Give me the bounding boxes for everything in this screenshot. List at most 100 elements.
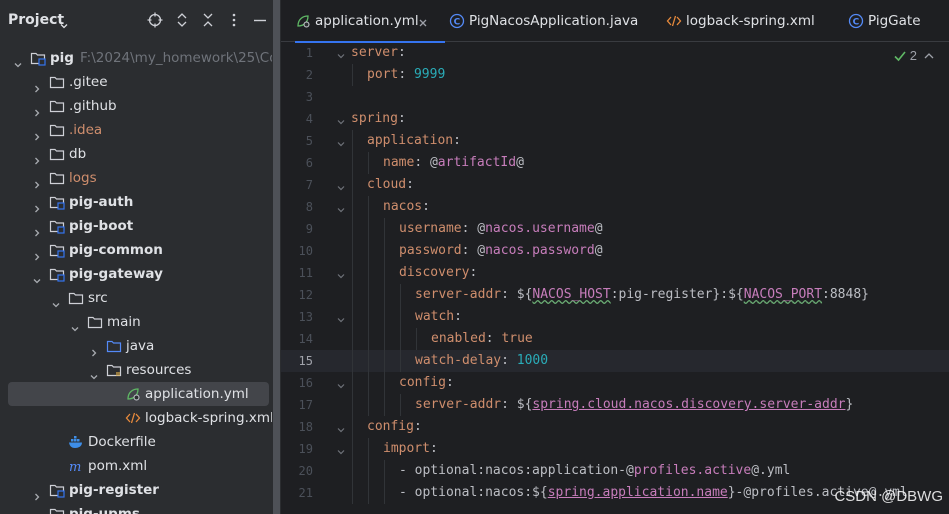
tree-item-gitee[interactable]: .gitee <box>0 70 272 94</box>
resources-folder-icon <box>106 362 122 378</box>
code-text: application: <box>367 133 461 149</box>
yaml-config-icon <box>125 386 141 402</box>
tab-logback-spring-xml[interactable]: logback-spring.xml <box>666 0 844 42</box>
chevron-right-icon[interactable] <box>33 174 41 189</box>
tree-item-java[interactable]: java <box>0 334 272 358</box>
line-number: 9 <box>305 222 313 236</box>
code-line: 7 cloud: <box>281 174 949 196</box>
code-token: spring.application.name <box>547 485 728 500</box>
code-token: - optional:nacos:application-@ <box>399 463 634 478</box>
fold-chevron-icon[interactable] <box>337 137 345 147</box>
tree-item-pig-auth[interactable]: pig-auth <box>0 190 272 214</box>
project-scrollbar-thumb[interactable] <box>273 0 280 514</box>
chevron-down-icon[interactable] <box>14 54 22 68</box>
code-editor[interactable]: 1 server: 2 port: 9999 3 4 spring: 5 application… <box>281 42 949 514</box>
tree-item-pom-xml[interactable]: m pom.xml <box>0 454 272 478</box>
chevron-down-icon[interactable] <box>90 366 98 380</box>
close-icon[interactable] <box>417 14 429 27</box>
code-token: config <box>367 419 414 434</box>
tree-item-dockerfile[interactable]: Dockerfile <box>0 430 272 454</box>
code-token: server-addr <box>415 287 502 302</box>
chevron-down-icon[interactable] <box>71 318 79 332</box>
inspection-widget[interactable]: 2 <box>894 48 935 64</box>
chevron-right-icon[interactable] <box>33 198 41 213</box>
code-token: : <box>454 309 462 324</box>
tree-item-src[interactable]: src <box>0 286 272 310</box>
chevron-down-icon[interactable] <box>52 294 60 308</box>
fold-chevron-icon[interactable] <box>337 379 345 389</box>
code-token: name <box>383 155 415 170</box>
expand-all-icon[interactable] <box>174 12 190 28</box>
fold-chevron-icon[interactable] <box>337 115 345 125</box>
tree-item-idea[interactable]: .idea <box>0 118 272 142</box>
tree-item-db[interactable]: db <box>0 142 272 166</box>
chevron-up-icon <box>924 53 934 59</box>
fold-chevron-icon[interactable] <box>337 181 345 191</box>
tree-item-application-yml[interactable]: application.yml <box>8 382 269 406</box>
indent-guide <box>400 394 401 416</box>
chevron-right-icon[interactable] <box>90 342 98 357</box>
tree-item-logs[interactable]: logs <box>0 166 272 190</box>
tree-item-pig-register[interactable]: pig-register <box>0 478 272 502</box>
module-folder-icon <box>49 482 65 498</box>
tab-pignacosapplication-java[interactable]: C PigNacosApplication.java <box>449 0 659 42</box>
more-options-icon[interactable] <box>226 12 242 28</box>
code-line: 8 nacos: <box>281 196 949 218</box>
indent-guide <box>368 284 369 306</box>
line-number: 1 <box>305 46 313 60</box>
chevron-right-icon[interactable] <box>33 246 41 261</box>
indent-guide <box>368 152 369 174</box>
chevron-right-icon[interactable] <box>33 222 41 237</box>
indent-guide <box>352 372 353 394</box>
tree-item-label: pig-upms <box>69 506 140 514</box>
indent-guide <box>352 174 353 196</box>
svg-text:C: C <box>853 18 860 28</box>
chevron-down-icon[interactable] <box>60 15 68 29</box>
fold-chevron-icon[interactable] <box>337 269 345 279</box>
tree-item-pig[interactable]: pigF:\2024\my_homework\25\Compr <box>0 46 272 70</box>
indent-guide <box>352 438 353 460</box>
tab-piggate[interactable]: C PigGate <box>848 0 949 42</box>
minimize-icon[interactable] <box>252 12 268 28</box>
code-line: 13 watch: <box>281 306 949 328</box>
tab-application-yml[interactable]: application.yml <box>295 0 445 43</box>
tree-item-pig-upms[interactable]: pig-upms <box>0 502 272 514</box>
fold-chevron-icon[interactable] <box>337 203 345 213</box>
tree-item-logback-spring-xml[interactable]: logback-spring.xml <box>0 406 272 430</box>
code-text: enabled: true <box>431 331 533 347</box>
code-line: 2 port: 9999 <box>281 64 949 86</box>
chevron-right-icon[interactable] <box>33 126 41 141</box>
code-token: 1000 <box>516 353 549 368</box>
indent-guide <box>352 64 353 86</box>
folder-icon <box>49 74 65 90</box>
chevron-down-icon[interactable] <box>33 270 41 284</box>
fold-chevron-icon[interactable] <box>337 49 345 59</box>
tree-item-resources[interactable]: resources <box>0 358 272 382</box>
line-number: 13 <box>298 310 313 324</box>
code-token: : <box>485 331 502 346</box>
chevron-right-icon[interactable] <box>33 78 41 93</box>
tree-item-github[interactable]: .github <box>0 94 272 118</box>
fold-chevron-icon[interactable] <box>337 313 345 323</box>
chevron-right-icon[interactable] <box>33 510 41 514</box>
tree-item-pig-common[interactable]: pig-common <box>0 238 272 262</box>
indent-guide <box>384 262 385 284</box>
tab-label: application.yml <box>315 13 419 29</box>
tree-item-main[interactable]: main <box>0 310 272 334</box>
crosshair-icon[interactable] <box>147 12 163 28</box>
module-folder-icon <box>49 242 65 258</box>
line-number: 21 <box>298 486 313 500</box>
fold-chevron-icon[interactable] <box>337 423 345 433</box>
tree-item-pig-gateway[interactable]: pig-gateway <box>0 262 272 286</box>
code-text: - optional:nacos:${spring.application.na… <box>399 485 908 501</box>
chevron-right-icon[interactable] <box>33 150 41 165</box>
tree-item-pig-boot[interactable]: pig-boot <box>0 214 272 238</box>
project-view-title[interactable]: Project <box>8 12 64 28</box>
chevron-right-icon[interactable] <box>33 486 41 501</box>
tree-item-label: logback-spring.xml <box>145 410 272 426</box>
chevron-right-icon[interactable] <box>33 102 41 117</box>
fold-chevron-icon[interactable] <box>337 445 345 455</box>
code-token: : @ <box>461 221 486 236</box>
collapse-all-icon[interactable] <box>200 12 216 28</box>
tree-item-label: resources <box>126 362 192 378</box>
